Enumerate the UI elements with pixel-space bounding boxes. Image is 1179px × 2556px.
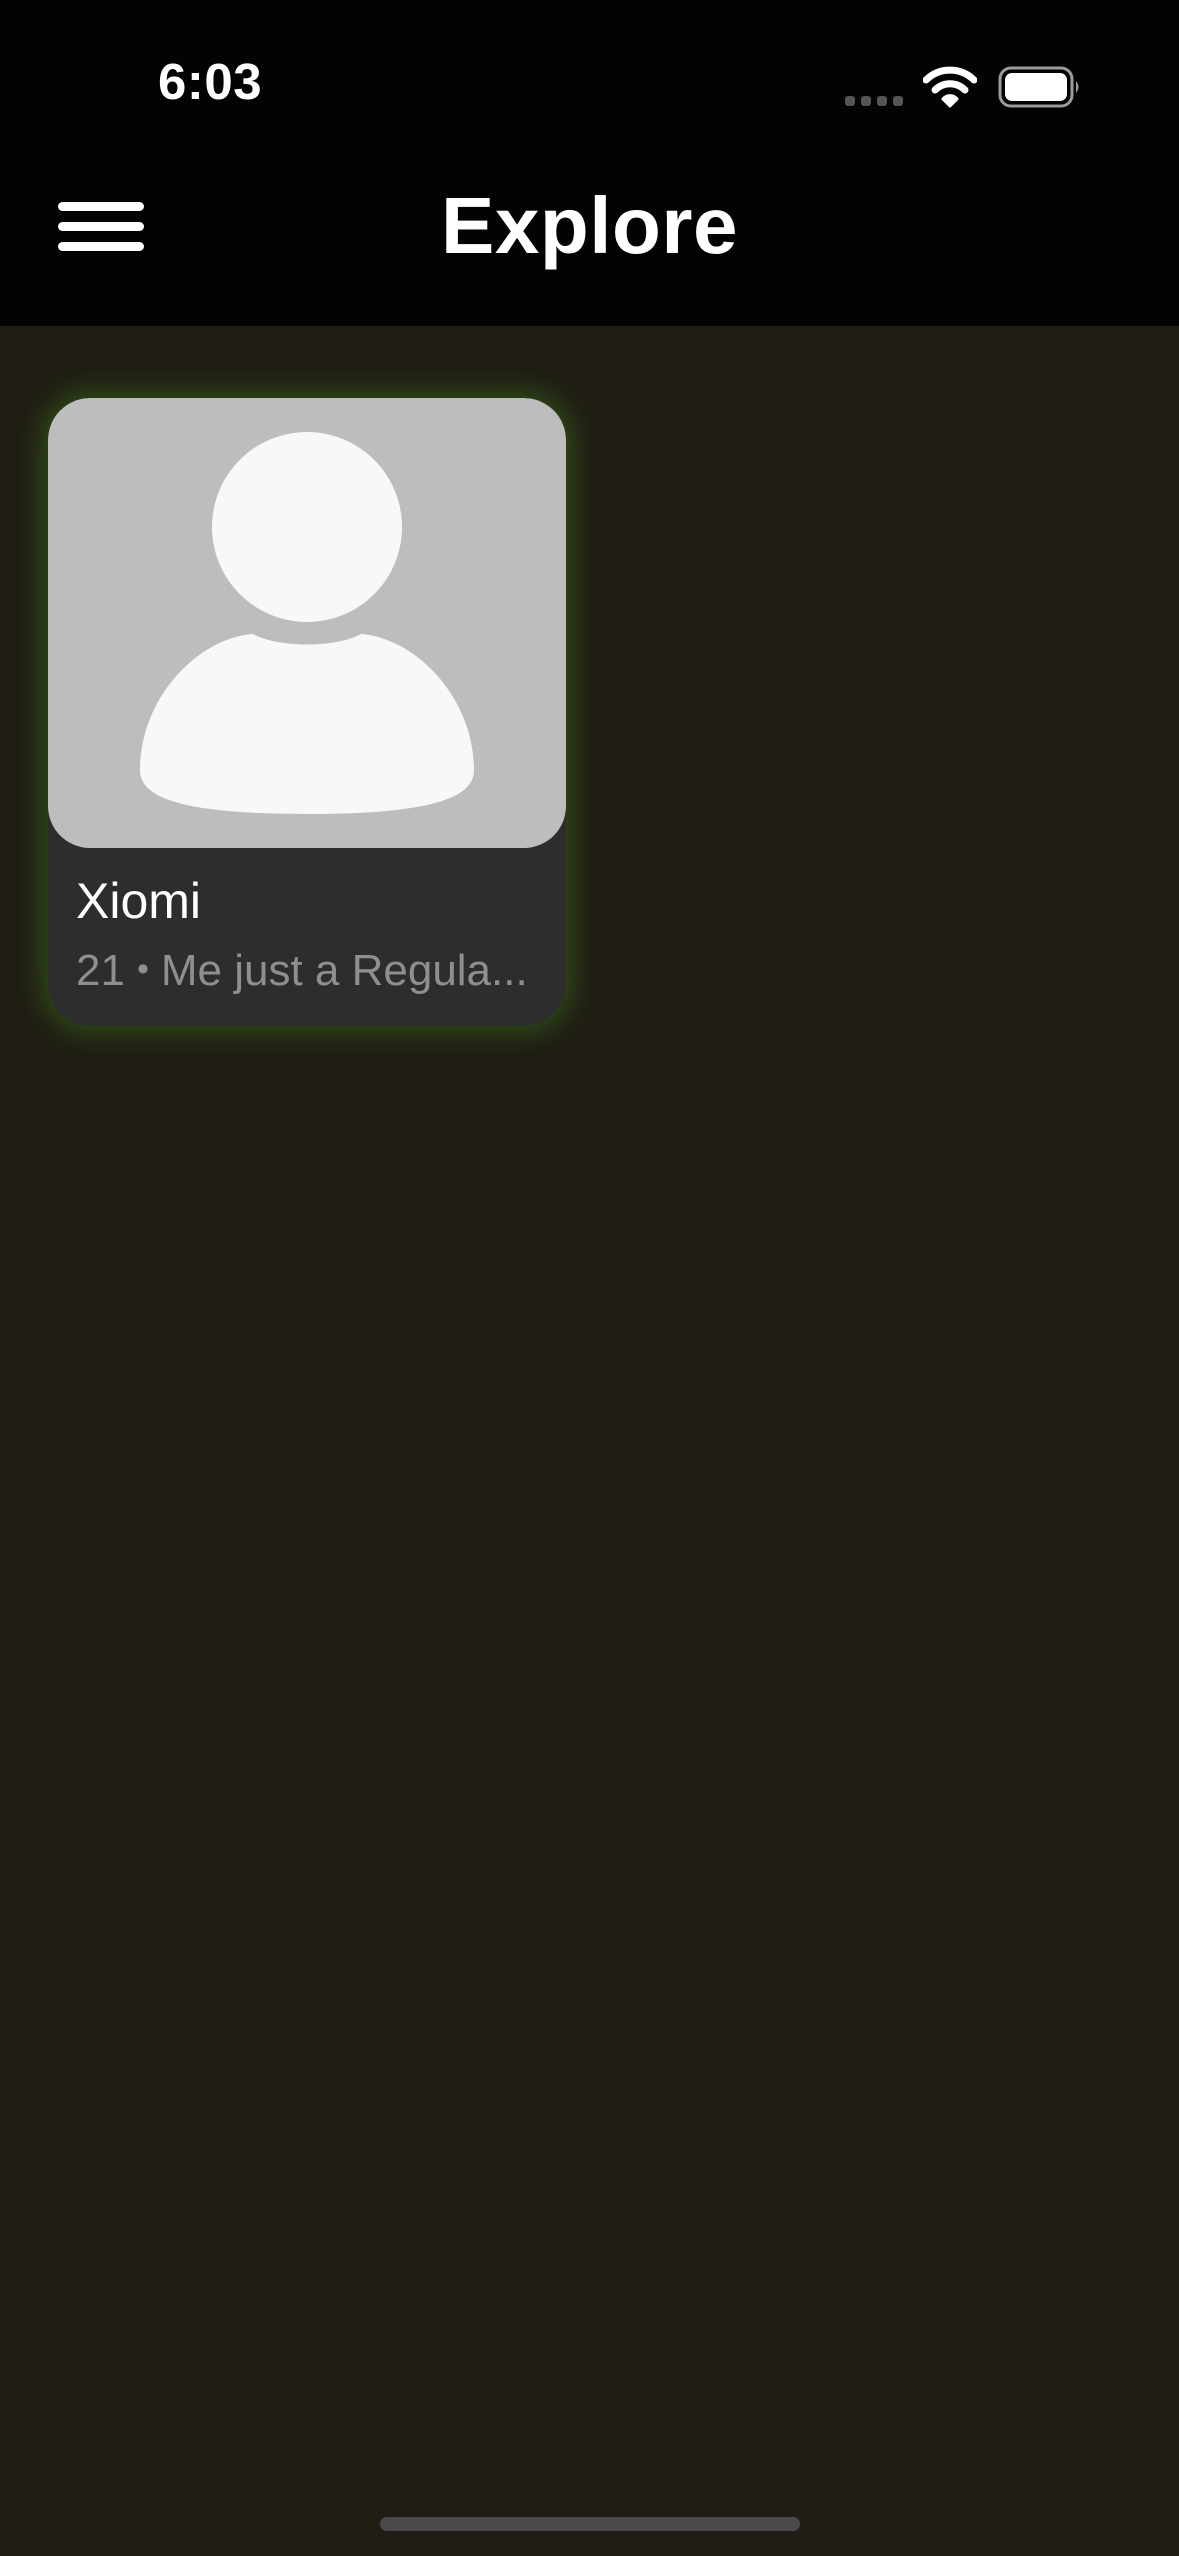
battery-icon xyxy=(998,66,1079,108)
home-indicator[interactable] xyxy=(380,2517,800,2531)
profile-bio: Me just a Regula... xyxy=(160,946,528,995)
page-title: Explore xyxy=(441,181,738,270)
profile-card[interactable]: Xiomi 21 • Me just a Regula... xyxy=(48,398,566,1026)
profile-avatar xyxy=(48,398,566,848)
cellular-signal-icon xyxy=(845,96,903,106)
profile-name: Xiomi xyxy=(76,873,202,929)
top-bar: 6:03 Explore xyxy=(0,0,1179,326)
wifi-icon xyxy=(923,66,977,108)
profile-age: 21 xyxy=(76,946,125,995)
explore-screen: 6:03 Explore Xiomi 21 • Me just a Regula… xyxy=(0,0,1179,2556)
default-person-icon xyxy=(140,432,474,814)
profile-subtitle: 21 • Me just a Regula... xyxy=(76,946,546,996)
separator-dot: • xyxy=(136,949,149,988)
status-time: 6:03 xyxy=(158,53,263,110)
